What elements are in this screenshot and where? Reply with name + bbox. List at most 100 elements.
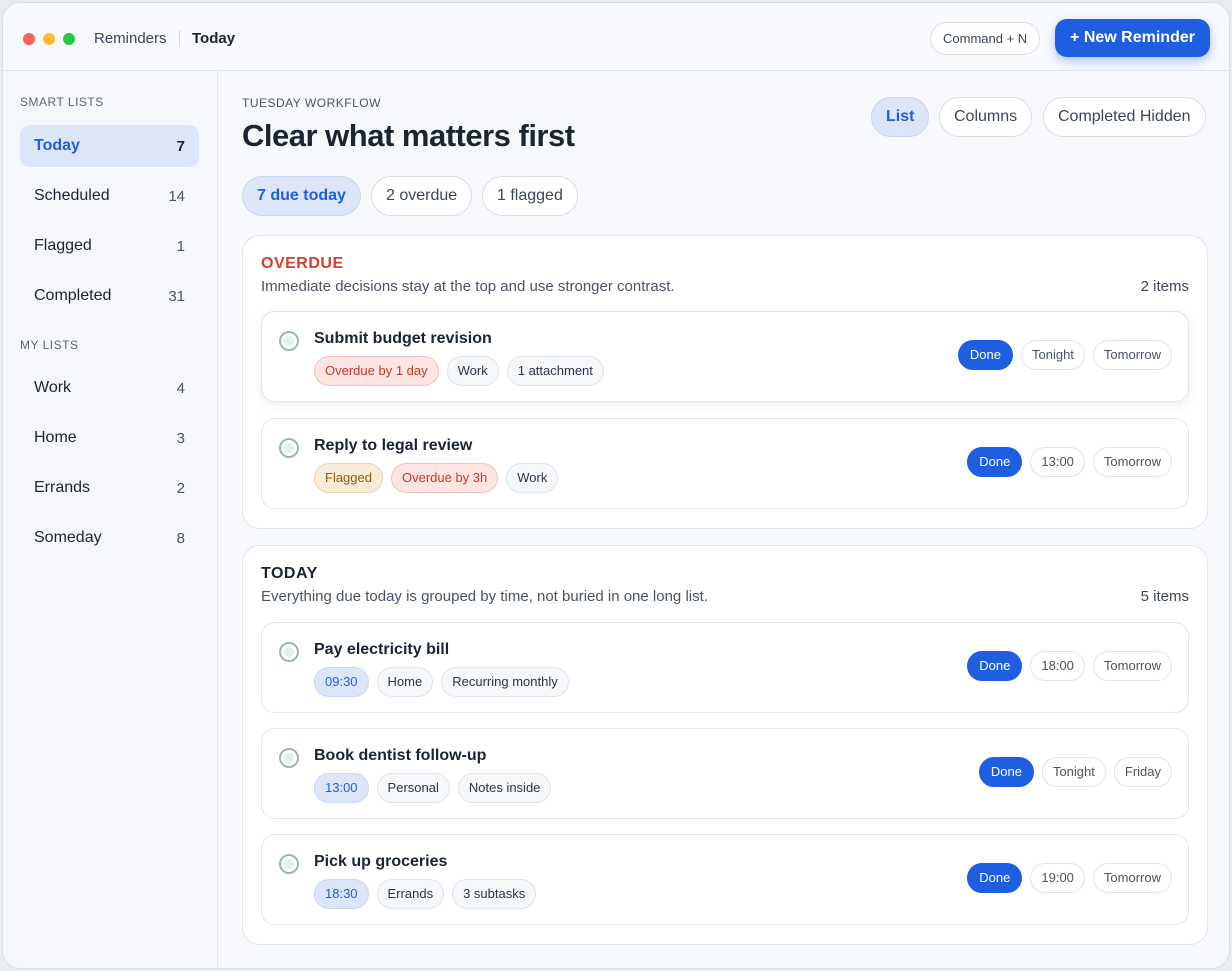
page-eyebrow: TUESDAY WORKFLOW bbox=[242, 96, 381, 110]
task-actions: Done 13:00 Tomorrow bbox=[967, 447, 1172, 477]
task-tags: 09:30 Home Recurring monthly bbox=[314, 667, 569, 697]
sidebar-item-home[interactable]: Home 3 bbox=[20, 417, 199, 459]
overdue-tag: Overdue by 3h bbox=[390, 463, 499, 493]
section-count: 5 items bbox=[1140, 588, 1189, 605]
postpone-button[interactable]: Tomorrow bbox=[1092, 340, 1172, 370]
complete-checkbox[interactable] bbox=[279, 331, 299, 351]
section-count: 2 items bbox=[1140, 278, 1189, 295]
my-lists-heading: MY LISTS bbox=[20, 338, 79, 352]
sidebar-item-work[interactable]: Work 4 bbox=[20, 367, 199, 409]
sidebar-item-label: Someday bbox=[34, 529, 102, 546]
sidebar-item-label: Today bbox=[34, 137, 80, 154]
main-content: TUESDAY WORKFLOW Clear what matters firs… bbox=[218, 71, 1229, 968]
section-title: TODAY bbox=[261, 565, 318, 582]
notes-tag: Notes inside bbox=[457, 773, 552, 803]
sidebar-item-label: Flagged bbox=[34, 237, 92, 254]
done-button[interactable]: Done bbox=[967, 651, 1023, 681]
filter-flagged[interactable]: 1 flagged bbox=[482, 176, 578, 216]
sidebar-item-count: 1 bbox=[176, 237, 185, 255]
smart-lists-heading: SMART LISTS bbox=[20, 95, 104, 109]
task-actions: Done 19:00 Tomorrow bbox=[967, 863, 1172, 893]
minimize-window-button[interactable] bbox=[43, 33, 55, 45]
time-tag: 18:30 bbox=[314, 879, 369, 909]
snooze-button[interactable]: Tonight bbox=[1041, 757, 1106, 787]
snooze-button[interactable]: 18:00 bbox=[1030, 651, 1085, 681]
task-tags: 13:00 Personal Notes inside bbox=[314, 773, 552, 803]
zoom-window-button[interactable] bbox=[63, 33, 75, 45]
task-row: Pay electricity bill 09:30 Home Recurrin… bbox=[261, 622, 1189, 713]
postpone-button[interactable]: Tomorrow bbox=[1092, 863, 1172, 893]
sidebar-item-scheduled[interactable]: Scheduled 14 bbox=[20, 175, 199, 217]
task-title: Submit budget revision bbox=[314, 330, 492, 347]
today-section: TODAY Everything due today is grouped by… bbox=[242, 545, 1208, 945]
task-row: Book dentist follow-up 13:00 Personal No… bbox=[261, 728, 1189, 819]
complete-checkbox[interactable] bbox=[279, 438, 299, 458]
postpone-button[interactable]: Tomorrow bbox=[1092, 651, 1172, 681]
task-tags: Flagged Overdue by 3h Work bbox=[314, 463, 559, 493]
completed-hidden-toggle[interactable]: Completed Hidden bbox=[1043, 97, 1206, 137]
task-row: Reply to legal review Flagged Overdue by… bbox=[261, 418, 1189, 509]
list-tag: Work bbox=[506, 463, 559, 493]
overdue-tag: Overdue by 1 day bbox=[314, 356, 439, 386]
done-button[interactable]: Done bbox=[978, 757, 1034, 787]
list-tag: Personal bbox=[376, 773, 450, 803]
sidebar-item-completed[interactable]: Completed 31 bbox=[20, 275, 199, 317]
window-controls bbox=[23, 33, 75, 45]
title-divider bbox=[179, 30, 180, 47]
task-actions: Done Tonight Tomorrow bbox=[957, 340, 1172, 370]
page-title: Clear what matters first bbox=[242, 118, 575, 153]
section-title: OVERDUE bbox=[261, 255, 344, 272]
sidebar-item-flagged[interactable]: Flagged 1 bbox=[20, 225, 199, 267]
attachment-tag: 1 attachment bbox=[506, 356, 604, 386]
complete-checkbox[interactable] bbox=[279, 748, 299, 768]
sidebar-item-count: 14 bbox=[168, 187, 185, 205]
task-actions: Done 18:00 Tomorrow bbox=[967, 651, 1172, 681]
sidebar-item-count: 8 bbox=[176, 529, 185, 547]
snooze-button[interactable]: 19:00 bbox=[1030, 863, 1085, 893]
shortcut-hint: Command + N bbox=[930, 22, 1041, 55]
sidebar-item-label: Work bbox=[34, 379, 72, 396]
task-title: Pay electricity bill bbox=[314, 641, 450, 658]
flagged-tag: Flagged bbox=[314, 463, 383, 493]
sidebar-item-label: Scheduled bbox=[34, 187, 110, 204]
app-name: Reminders bbox=[94, 30, 167, 47]
filter-due-today[interactable]: 7 due today bbox=[242, 176, 361, 216]
done-button[interactable]: Done bbox=[957, 340, 1013, 370]
app-window: Reminders Today Command + N + New Remind… bbox=[2, 2, 1230, 969]
done-button[interactable]: Done bbox=[967, 447, 1023, 477]
task-tags: Overdue by 1 day Work 1 attachment bbox=[314, 356, 604, 386]
sidebar-item-today[interactable]: Today 7 bbox=[20, 125, 199, 167]
close-window-button[interactable] bbox=[23, 33, 35, 45]
title-bar: Reminders Today Command + N + New Remind… bbox=[3, 3, 1229, 71]
section-description: Everything due today is grouped by time,… bbox=[261, 588, 708, 605]
snooze-button[interactable]: Tonight bbox=[1021, 340, 1085, 370]
postpone-button[interactable]: Friday bbox=[1113, 757, 1172, 787]
task-title: Pick up groceries bbox=[314, 853, 448, 870]
view-columns-button[interactable]: Columns bbox=[939, 97, 1033, 137]
list-tag: Work bbox=[446, 356, 499, 386]
done-button[interactable]: Done bbox=[967, 863, 1023, 893]
list-tag: Home bbox=[376, 667, 434, 697]
complete-checkbox[interactable] bbox=[279, 642, 299, 662]
sidebar-item-label: Errands bbox=[34, 479, 91, 496]
sidebar-item-label: Home bbox=[34, 429, 77, 446]
postpone-button[interactable]: Tomorrow bbox=[1092, 447, 1172, 477]
sidebar-item-someday[interactable]: Someday 8 bbox=[20, 517, 199, 559]
snooze-button[interactable]: 13:00 bbox=[1030, 447, 1085, 477]
time-tag: 09:30 bbox=[314, 667, 369, 697]
new-reminder-button[interactable]: + New Reminder bbox=[1055, 19, 1210, 57]
sidebar-item-count: 2 bbox=[176, 479, 185, 497]
complete-checkbox[interactable] bbox=[279, 854, 299, 874]
sidebar-item-label: Completed bbox=[34, 287, 112, 304]
view-list-button[interactable]: List bbox=[871, 97, 930, 137]
sidebar-item-errands[interactable]: Errands 2 bbox=[20, 467, 199, 509]
sidebar-item-count: 3 bbox=[176, 429, 185, 447]
filter-overdue[interactable]: 2 overdue bbox=[371, 176, 473, 216]
section-description: Immediate decisions stay at the top and … bbox=[261, 278, 675, 295]
sidebar-item-count: 4 bbox=[176, 379, 185, 397]
subtasks-tag: 3 subtasks bbox=[452, 879, 537, 909]
list-tag: Errands bbox=[376, 879, 445, 909]
current-view-title: Today bbox=[192, 30, 236, 47]
overdue-section: OVERDUE Immediate decisions stay at the … bbox=[242, 235, 1208, 529]
task-row: Submit budget revision Overdue by 1 day … bbox=[261, 311, 1189, 402]
